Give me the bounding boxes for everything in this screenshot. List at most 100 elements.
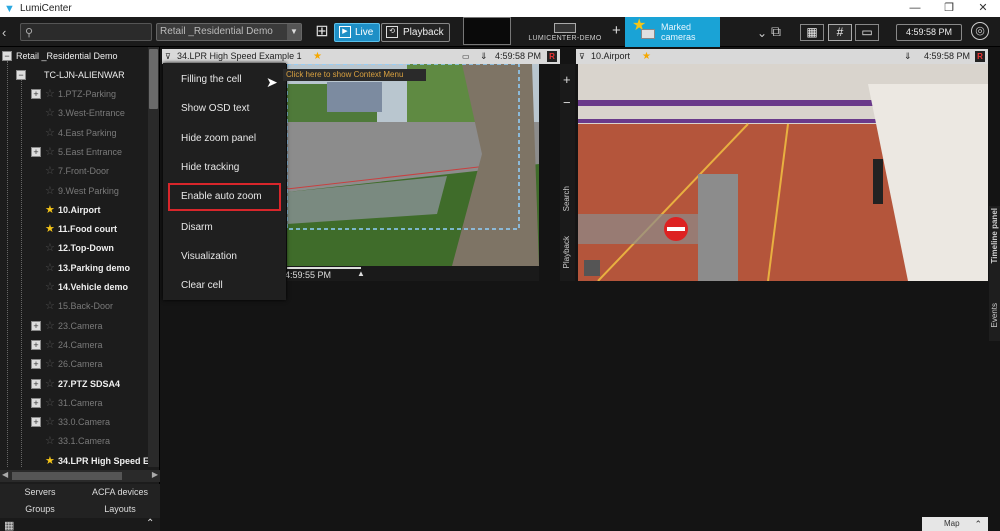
map-button[interactable]: Map ⌃: [922, 517, 988, 531]
sidebar-item-camera[interactable]: ☆ 33.1.Camera: [0, 432, 148, 451]
add-icon[interactable]: +: [612, 22, 621, 39]
sidebar-item-camera[interactable]: ★ 34.LPR High Speed E: [0, 452, 148, 467]
star-icon[interactable]: ☆: [45, 143, 55, 162]
star-icon[interactable]: ☆: [45, 278, 55, 297]
snapshot-icon[interactable]: ▭: [462, 49, 470, 64]
menu-item-visualization[interactable]: Visualization: [163, 242, 286, 271]
scroll-left-icon[interactable]: ◀: [2, 470, 8, 479]
sidebar-item-camera[interactable]: ★ 11.Food court: [0, 220, 148, 239]
star-icon[interactable]: ☆: [45, 297, 55, 316]
sidebar-item-camera[interactable]: + ☆ 5.East Entrance: [0, 143, 148, 162]
star-icon[interactable]: ☆: [45, 355, 55, 374]
star-icon[interactable]: ★: [45, 201, 55, 220]
events-tab[interactable]: Events: [990, 303, 999, 327]
panel1-header[interactable]: ⊽ 34.LPR High Speed Example 1 ★ ▭ ⇓ 4:59…: [162, 49, 560, 64]
layout-grid-button[interactable]: ▦: [800, 24, 824, 41]
collapse-icon[interactable]: −: [16, 70, 26, 80]
panel1-timeline[interactable]: ▲ 4:59:55 PM: [285, 266, 539, 281]
sidebar-item-camera[interactable]: ★ 10.Airport: [0, 201, 148, 220]
layout-hash-button[interactable]: #: [828, 24, 852, 41]
sidebar-item-camera[interactable]: + ☆ 26.Camera: [0, 355, 148, 374]
collapse-icon[interactable]: −: [2, 51, 12, 61]
star-icon[interactable]: ☆: [45, 317, 55, 336]
sidebar-item-camera[interactable]: ☆ 14.Vehicle demo: [0, 278, 148, 297]
expand-icon[interactable]: +: [31, 339, 41, 350]
menu-item-hide-tracking[interactable]: Hide tracking: [163, 153, 286, 182]
sidebar-item-camera[interactable]: + ☆ 27.PTZ SDSA4: [0, 375, 148, 394]
panel-menu-icon[interactable]: ⊽: [579, 49, 585, 64]
panel2-header[interactable]: ⊽ 10.Airport ★ ⇓ 4:59:58 PM R: [576, 49, 988, 64]
sidebar-item-camera[interactable]: ☆ 9.West Parking: [0, 182, 148, 201]
tab-groups[interactable]: Groups: [0, 501, 80, 518]
layout-grid-icon[interactable]: ⊞: [311, 21, 333, 43]
sidebar-item-camera[interactable]: ☆ 12.Top-Down: [0, 239, 148, 258]
camera-view-airport[interactable]: [578, 64, 988, 281]
expand-icon[interactable]: +: [31, 89, 41, 99]
sidebar-item-camera[interactable]: ☆ 13.Parking demo: [0, 259, 148, 278]
star-icon[interactable]: ☆: [45, 413, 55, 432]
expand-icon[interactable]: +: [31, 146, 41, 157]
zoom-in-icon[interactable]: +: [563, 72, 571, 87]
sidebar-item-camera[interactable]: + ☆ 33.0.Camera: [0, 413, 148, 432]
menu-item-hide-zoom-panel[interactable]: Hide zoom panel: [163, 124, 286, 153]
sidebar-item-camera[interactable]: + ☆ 1.PTZ-Parking: [0, 85, 148, 104]
star-icon[interactable]: ☆: [45, 182, 55, 201]
star-icon[interactable]: ★: [45, 452, 55, 467]
star-icon[interactable]: ☆: [45, 336, 55, 355]
sidebar-item-camera[interactable]: + ☆ 24.Camera: [0, 336, 148, 355]
tree-hscrollbar[interactable]: ◀ ▶: [0, 470, 160, 482]
expand-up-icon[interactable]: ⌃: [146, 518, 154, 529]
tab-layouts[interactable]: Layouts: [80, 501, 160, 518]
expand-icon[interactable]: +: [31, 378, 41, 389]
star-icon[interactable]: ☆: [45, 432, 55, 451]
tab-acfa-devices[interactable]: ACFA devices: [80, 484, 160, 501]
minimize-button[interactable]: —: [898, 0, 932, 17]
sidebar-item-camera[interactable]: + ☆ 31.Camera: [0, 394, 148, 413]
menu-item-disarm[interactable]: Disarm: [163, 213, 286, 242]
sidebar-item-camera[interactable]: ☆ 3.West-Entrance: [0, 104, 148, 123]
monitor-thumbnail[interactable]: [463, 17, 511, 45]
search-input[interactable]: ⚲: [20, 23, 152, 41]
star-icon[interactable]: ★: [642, 49, 651, 64]
hierarchy-icon[interactable]: ⧉: [771, 23, 781, 40]
star-icon[interactable]: ☆: [45, 259, 55, 278]
tree-site[interactable]: − Retail _Residential Demo: [0, 47, 148, 66]
camera-view-lpr[interactable]: [287, 64, 539, 266]
star-icon[interactable]: ☆: [45, 104, 55, 123]
star-icon[interactable]: ☆: [45, 239, 55, 258]
playback-button[interactable]: ⟲ Playback: [381, 23, 450, 42]
sidebar-item-camera[interactable]: + ☆ 23.Camera: [0, 317, 148, 336]
menu-item-clear-cell[interactable]: Clear cell: [163, 271, 286, 300]
download-icon[interactable]: ⇓: [904, 49, 912, 64]
star-icon[interactable]: ☆: [45, 394, 55, 413]
menu-item-show-osd-text[interactable]: Show OSD text: [163, 94, 286, 123]
search-tab[interactable]: Search: [562, 186, 571, 211]
tree-scrollbar[interactable]: [148, 47, 159, 467]
star-icon[interactable]: ☆: [45, 85, 55, 104]
download-icon[interactable]: ⇓: [480, 49, 488, 64]
timeline-panel-tab[interactable]: Timeline panel: [990, 208, 999, 263]
star-icon[interactable]: ☆: [45, 124, 55, 143]
expand-up-icon[interactable]: ⌃: [974, 517, 982, 531]
site-select[interactable]: Retail _Residential Demo ▼: [156, 23, 302, 41]
sidebar-item-camera[interactable]: ☆ 7.Front-Door: [0, 162, 148, 181]
menu-item-enable-auto-zoom[interactable]: Enable auto zoom: [168, 183, 281, 211]
star-icon[interactable]: ★: [45, 220, 55, 239]
marked-cameras-button[interactable]: ★ Marked cameras: [625, 17, 720, 47]
expand-icon[interactable]: +: [31, 359, 41, 370]
panel-menu-icon[interactable]: ⊽: [165, 49, 171, 64]
close-button[interactable]: ✕: [966, 0, 1000, 17]
playback-tab[interactable]: Playback: [562, 236, 571, 268]
zoom-out-icon[interactable]: −: [563, 95, 571, 110]
expand-icon[interactable]: +: [31, 417, 41, 428]
star-icon[interactable]: ★: [313, 49, 322, 64]
globe-icon[interactable]: ◎: [971, 22, 989, 40]
layout-single-button[interactable]: ▭: [855, 24, 879, 41]
sidebar-item-camera[interactable]: ☆ 15.Back-Door: [0, 297, 148, 316]
grid-view-icon[interactable]: ▦: [4, 519, 14, 531]
expand-icon[interactable]: +: [31, 320, 41, 331]
tree-server[interactable]: − TC-LJN-ALIENWAR: [0, 66, 148, 85]
star-icon[interactable]: ☆: [45, 375, 55, 394]
tab-servers[interactable]: Servers: [0, 484, 80, 501]
expand-icon[interactable]: +: [31, 397, 41, 408]
